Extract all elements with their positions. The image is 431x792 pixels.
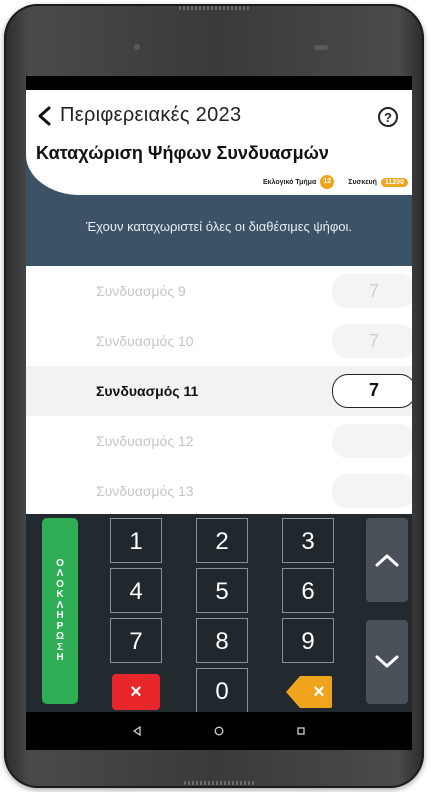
chevron-down-icon (375, 655, 399, 668)
page-title: Περιφερειακές 2023 (60, 104, 242, 126)
combinations-list: Συνδυασμός 9 7 Συνδυασμός 10 7 Συνδυασμό… (26, 266, 412, 514)
help-icon[interactable]: ? (378, 107, 398, 127)
square-recents-icon[interactable] (296, 726, 306, 736)
meta-row: Εκλογικό Τμήμα 12 Συσκευή 11200 (263, 175, 408, 189)
status-message: Έχουν καταχωριστεί όλες οι διαθέσιμες ψή… (85, 219, 353, 234)
list-item[interactable]: Συνδυασμός 12 (26, 416, 412, 466)
page-subtitle: Καταχώριση Ψήφων Συνδυασμών (36, 143, 329, 163)
triangle-back-icon[interactable] (132, 726, 142, 736)
app-screen: Περιφερειακές 2023 ? Καταχώριση Ψήφων Συ… (26, 76, 412, 750)
list-item[interactable]: Συνδυασμός 10 7 (26, 316, 412, 366)
key-4[interactable]: 4 (110, 568, 162, 613)
scroll-up-button[interactable] (366, 518, 408, 602)
circle-home-icon[interactable] (214, 726, 224, 736)
list-item[interactable]: Συνδυασμός 9 7 (26, 266, 412, 316)
vote-input[interactable] (332, 474, 412, 508)
backspace-glyph: × (313, 681, 325, 703)
speaker-grille (179, 6, 249, 10)
list-item[interactable]: Συνδυασμός 13 (26, 466, 412, 516)
system-nav-bar (26, 712, 412, 750)
bottom-grille (184, 781, 254, 785)
list-item-label: Συνδυασμός 9 (96, 283, 186, 299)
list-item-active[interactable]: Συνδυασμός 11 7 (26, 366, 412, 416)
key-1[interactable]: 1 (110, 518, 162, 563)
complete-button-label: ΟΛΟΚΛΗΡΩΣΗ (55, 557, 65, 663)
backspace-button[interactable]: × (284, 674, 334, 710)
header: Περιφερειακές 2023 ? Καταχώριση Ψήφων Συ… (26, 90, 412, 266)
vote-input[interactable]: 7 (332, 324, 412, 358)
device-badge: 11200 (380, 177, 408, 187)
numeric-keypad: ΟΛΟΚΛΗΡΩΣΗ 1 2 3 4 5 6 7 8 9 0 × × (26, 514, 412, 713)
clear-button[interactable]: × (112, 674, 160, 710)
key-9[interactable]: 9 (282, 618, 334, 663)
header-card: Περιφερειακές 2023 ? Καταχώριση Ψήφων Συ… (26, 90, 412, 195)
device-label: Συσκευή (348, 178, 377, 186)
status-bar (26, 76, 412, 90)
vote-input[interactable] (332, 424, 412, 458)
chevron-up-icon (375, 554, 399, 567)
section-label: Εκλογικό Τμήμα (262, 178, 317, 186)
key-3[interactable]: 3 (282, 518, 334, 563)
key-2[interactable]: 2 (196, 518, 248, 563)
key-5[interactable]: 5 (196, 568, 248, 613)
vote-input[interactable]: 7 (332, 274, 412, 308)
scroll-down-button[interactable] (366, 620, 408, 704)
phone-frame: Περιφερειακές 2023 ? Καταχώριση Ψήφων Συ… (4, 4, 424, 788)
back-button[interactable] (32, 104, 56, 128)
key-6[interactable]: 6 (282, 568, 334, 613)
list-item-label: Συνδυασμός 12 (96, 433, 194, 449)
key-8[interactable]: 8 (196, 618, 248, 663)
key-0[interactable]: 0 (196, 668, 248, 713)
chevron-left-icon (38, 106, 51, 126)
list-item-label: Συνδυασμός 13 (96, 483, 194, 499)
sensor (314, 45, 328, 50)
list-item-label: Συνδυασμός 10 (96, 333, 194, 349)
section-badge: 12 (320, 175, 335, 189)
front-camera (134, 44, 140, 50)
list-item-label: Συνδυασμός 11 (96, 383, 199, 399)
complete-button[interactable]: ΟΛΟΚΛΗΡΩΣΗ (42, 518, 78, 704)
vote-input-active[interactable]: 7 (332, 374, 412, 408)
key-7[interactable]: 7 (110, 618, 162, 663)
